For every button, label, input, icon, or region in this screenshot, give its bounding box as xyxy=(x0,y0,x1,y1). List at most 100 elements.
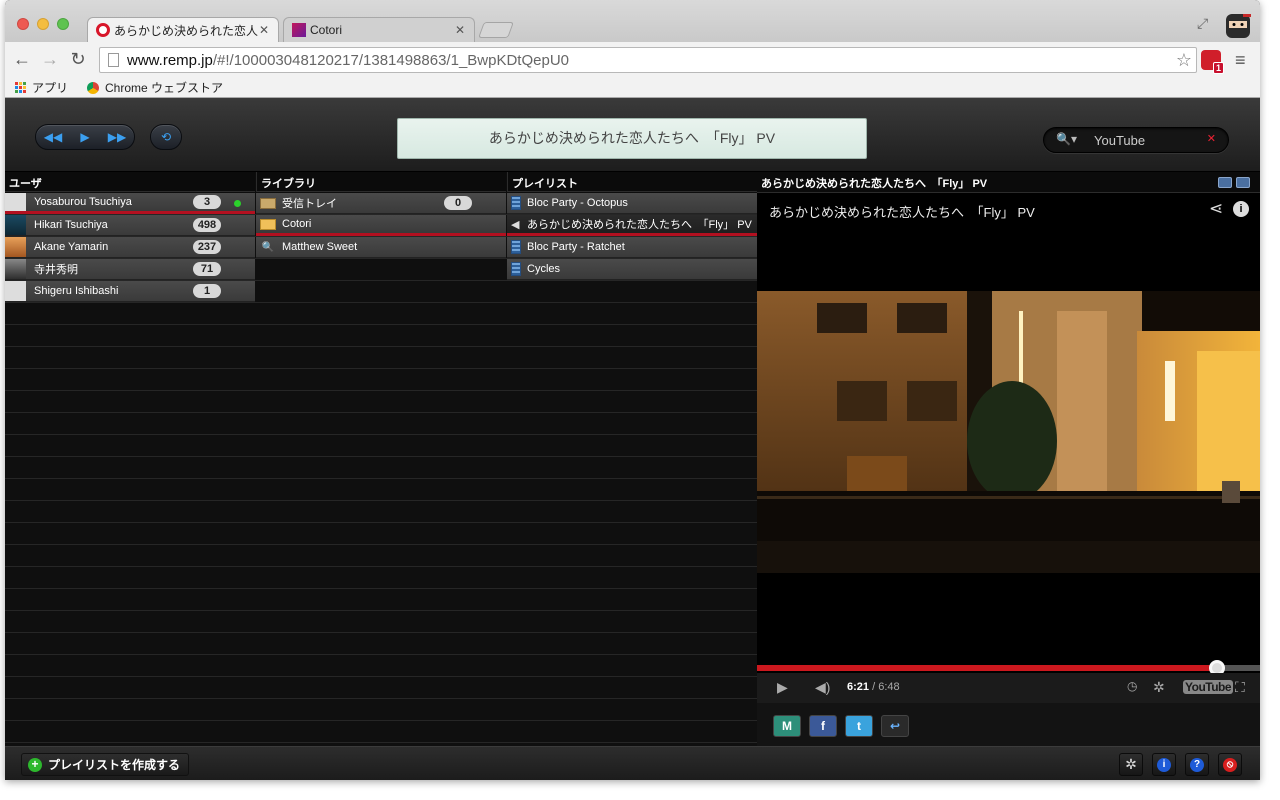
fullscreen-icon[interactable]: ⤢ xyxy=(1197,15,1208,32)
search-icon[interactable]: 🔍▾ xyxy=(1056,132,1077,146)
reply-icon[interactable]: ↩ xyxy=(881,715,909,737)
avatar xyxy=(5,259,26,279)
forward-arrow-icon[interactable]: → xyxy=(39,48,61,70)
app-footer: + プレイリストを作成する ✲ i ? ⦸ xyxy=(5,746,1260,780)
chrome-menu-icon[interactable]: ≡ xyxy=(1235,50,1246,71)
plus-icon: + xyxy=(28,757,42,772)
repeat-icon: ⟲ xyxy=(160,130,172,144)
library-item[interactable]: 🔍 Matthew Sweet xyxy=(256,237,506,258)
online-status-icon xyxy=(234,200,241,207)
settings-button[interactable]: ✲ xyxy=(1119,753,1143,776)
fullscreen-icon[interactable]: ⛶ xyxy=(1235,679,1245,696)
user-row[interactable]: Hikari Tsuchiya 498 xyxy=(5,215,255,236)
playlist-item-label: Cycles xyxy=(527,263,561,275)
tab-cotori[interactable]: Cotori ✕ xyxy=(283,17,475,42)
remp-extension-icon[interactable]: 1 xyxy=(1201,50,1224,74)
film-icon xyxy=(511,240,521,254)
library-count-badge: 0 xyxy=(444,196,472,210)
user-name: Akane Yamarin xyxy=(34,241,109,253)
previous-track-icon[interactable]: ◀◀ xyxy=(39,125,67,149)
mixi-icon[interactable]: M xyxy=(773,715,801,737)
youtube-logo-text: YouTube xyxy=(1183,680,1234,694)
share-bar: M f t ↩ xyxy=(757,703,1260,746)
pop-out-icon[interactable] xyxy=(1218,177,1232,188)
bookmarks-bar: アプリ Chrome ウェブストア xyxy=(5,76,1260,98)
minimize-window-button[interactable] xyxy=(37,18,49,30)
repeat-button[interactable]: ⟲ xyxy=(150,124,182,150)
address-bar[interactable]: www.remp.jp /#!/100003048120217/13814988… xyxy=(99,47,1197,73)
user-row[interactable]: Shigeru Ishibashi 1 xyxy=(5,281,255,302)
user-count-badge: 237 xyxy=(193,240,221,254)
youtube-video-title[interactable]: あらかじめ決められた恋人たちへ 「Fly」 PV xyxy=(769,202,1035,221)
now-playing-display: あらかじめ決められた恋人たちへ 「Fly」 PV xyxy=(397,118,867,159)
url-host: www.remp.jp xyxy=(127,51,213,69)
avatar xyxy=(5,215,26,235)
twitter-icon[interactable]: t xyxy=(845,715,873,737)
info-icon[interactable]: i xyxy=(1233,201,1249,217)
settings-icon[interactable]: ✲ xyxy=(1153,679,1165,696)
library-item[interactable]: 受信トレイ 0 xyxy=(256,193,506,214)
bookmark-label: Chrome ウェブストア xyxy=(105,81,224,95)
tab-remp[interactable]: あらかじめ決められた恋人たちへ ✕ xyxy=(87,17,279,42)
playlist-item-playing[interactable]: ◀ あらかじめ決められた恋人たちへ 「Fly」 PV xyxy=(507,215,757,236)
new-tab-button[interactable] xyxy=(478,22,514,38)
transport-controls: ◀◀ ▶ ▶▶ xyxy=(35,124,135,150)
library-item-label: Cotori xyxy=(282,218,312,230)
playlist-item-label: Bloc Party - Octopus xyxy=(527,197,628,209)
profile-ninja-icon[interactable] xyxy=(1223,10,1253,40)
expand-icon[interactable] xyxy=(1236,177,1250,188)
browser-columns: ユーザ ライブラリ プレイリスト Yosaburou Tsuchiya 3 Hi… xyxy=(5,172,757,746)
tab-title: Cotori xyxy=(310,23,343,37)
playlist-item[interactable]: Bloc Party - Octopus xyxy=(507,193,757,214)
video-progress-bar[interactable] xyxy=(757,660,1260,676)
bookmark-star-icon[interactable]: ☆ xyxy=(1176,50,1192,71)
users-column-header: ユーザ xyxy=(5,172,255,192)
clear-search-icon[interactable]: ✕ xyxy=(1207,132,1216,145)
user-name: Hikari Tsuchiya xyxy=(34,219,108,231)
avatar xyxy=(5,237,26,257)
watch-later-icon[interactable]: ◷ xyxy=(1127,679,1137,693)
library-item-label: 受信トレイ xyxy=(282,198,337,210)
user-name: Yosaburou Tsuchiya xyxy=(34,196,132,208)
next-track-icon[interactable]: ▶▶ xyxy=(103,125,131,149)
create-playlist-button[interactable]: + プレイリストを作成する xyxy=(21,753,190,776)
progress-fill xyxy=(757,665,1218,671)
help-icon: ? xyxy=(1190,757,1204,772)
playlist-item[interactable]: Bloc Party - Ratchet xyxy=(507,237,757,258)
share-icon[interactable]: ⋖ xyxy=(1209,199,1223,219)
block-button[interactable]: ⦸ xyxy=(1218,753,1242,776)
play-icon[interactable]: ▶ xyxy=(777,679,788,696)
close-window-button[interactable] xyxy=(17,18,29,30)
youtube-controls: ▶ ◀) 6:21 / 6:48 ◷ ✲ YouTube ⛶ xyxy=(757,673,1260,703)
library-item[interactable]: Cotori xyxy=(256,215,506,236)
tab-close-icon[interactable]: ✕ xyxy=(258,23,270,37)
search-field[interactable]: 🔍▾ YouTube ✕ xyxy=(1043,127,1229,153)
zoom-window-button[interactable] xyxy=(57,18,69,30)
tab-close-icon[interactable]: ✕ xyxy=(454,23,466,37)
user-count-badge: 498 xyxy=(193,218,221,232)
bookmark-chrome-web-store[interactable]: Chrome ウェブストア xyxy=(87,79,223,96)
remp-favicon-icon xyxy=(96,23,110,37)
playlist-item-label: あらかじめ決められた恋人たちへ 「Fly」 PV xyxy=(527,219,752,231)
play-icon[interactable]: ▶ xyxy=(71,125,99,149)
user-name: Shigeru Ishibashi xyxy=(34,285,119,297)
info-button[interactable]: i xyxy=(1152,753,1176,776)
folder-icon xyxy=(260,218,276,230)
user-row[interactable]: 寺井秀明 71 xyxy=(5,259,255,280)
user-row[interactable]: Yosaburou Tsuchiya 3 xyxy=(5,193,255,214)
bookmark-apps[interactable]: アプリ xyxy=(15,79,68,96)
avatar xyxy=(5,193,26,211)
back-arrow-icon[interactable]: ← xyxy=(11,48,33,70)
facebook-icon[interactable]: f xyxy=(809,715,837,737)
user-row[interactable]: Akane Yamarin 237 xyxy=(5,237,255,258)
youtube-logo[interactable]: YouTube xyxy=(1183,680,1234,694)
video-frame[interactable] xyxy=(757,291,1260,573)
playlist-item[interactable]: Cycles xyxy=(507,259,757,280)
playlist-column-header: プレイリスト xyxy=(507,172,757,192)
video-header-title: あらかじめ決められた恋人たちへ 「Fly」 PV xyxy=(761,178,988,190)
settings-icon: ✲ xyxy=(1125,756,1137,772)
reload-icon[interactable]: ↻ xyxy=(67,48,89,70)
volume-icon[interactable]: ◀) xyxy=(815,679,830,696)
help-button[interactable]: ? xyxy=(1185,753,1209,776)
url-path: /#!/100003048120217/1381498863/1_BwpKDtQ… xyxy=(212,51,569,69)
